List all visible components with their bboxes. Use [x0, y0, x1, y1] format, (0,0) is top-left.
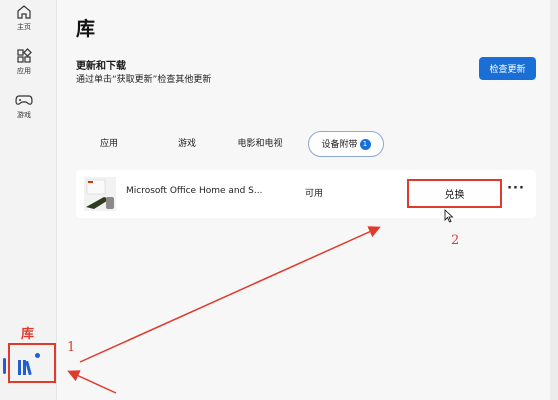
- nav-games-label: 游戏: [17, 111, 31, 119]
- library-tabs: 应用 游戏 电影和电视 设备附带 1: [86, 131, 396, 157]
- app-status: 可用: [305, 189, 324, 199]
- app-name: Microsoft Office Home and S...: [126, 186, 262, 196]
- updates-description: 通过单击“获取更新”检查其他更新: [76, 75, 212, 85]
- more-options-button[interactable]: ···: [506, 180, 526, 202]
- library-icon[interactable]: [18, 358, 32, 376]
- nav-apps-label: 应用: [17, 67, 31, 75]
- updates-title: 更新和下载: [76, 61, 126, 72]
- office-app-thumbnail: [84, 177, 116, 211]
- annotation-step-1: 1: [67, 340, 76, 355]
- check-updates-button[interactable]: 检查更新: [479, 57, 536, 80]
- library-selected-indicator: [3, 358, 6, 374]
- tab-count-badge: 1: [359, 139, 371, 150]
- tab-apps[interactable]: 应用: [86, 131, 132, 157]
- nav-item-apps[interactable]: 应用: [0, 48, 48, 76]
- scrollbar[interactable]: [550, 0, 558, 400]
- home-icon: [17, 5, 31, 19]
- tab-device-label: 设备附带: [321, 140, 358, 150]
- page-title: 库: [76, 18, 96, 40]
- gamepad-icon: [15, 95, 33, 105]
- tab-movies-tv[interactable]: 电影和电视: [228, 131, 292, 157]
- nav-item-home[interactable]: 主页: [0, 4, 48, 32]
- annotation-step-2: 2: [451, 233, 460, 248]
- annotation-library-label: 库: [21, 327, 35, 342]
- mouse-cursor-icon: [444, 209, 454, 223]
- library-notification-dot: [35, 353, 40, 358]
- apps-icon: [17, 48, 32, 63]
- nav-home-label: 主页: [17, 23, 31, 31]
- library-highlight-box: [8, 343, 56, 383]
- nav-item-games[interactable]: 游戏: [0, 92, 48, 120]
- tab-device-included[interactable]: 设备附带 1: [308, 131, 384, 157]
- tab-games[interactable]: 游戏: [164, 131, 210, 157]
- redeem-button[interactable]: 兑换: [407, 179, 502, 208]
